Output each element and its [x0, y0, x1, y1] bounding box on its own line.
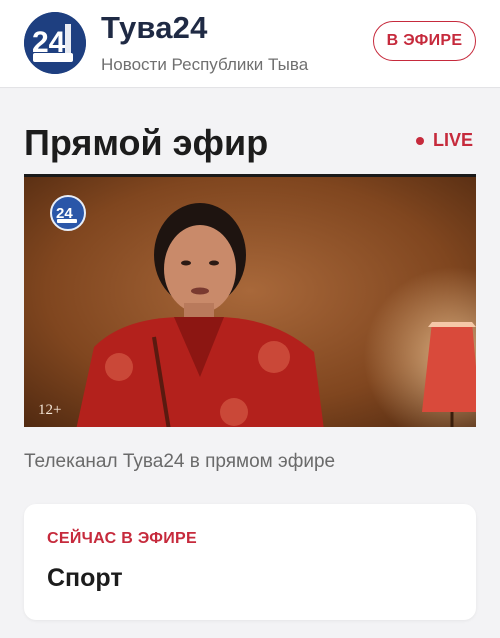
live-dot-icon — [416, 136, 424, 145]
age-rating: 12+ — [38, 402, 62, 418]
tuva24-channel-logo-icon: 24 — [50, 195, 86, 231]
app-header: 24 Тува24 Новости Республики Тыва В ЭФИР… — [0, 0, 500, 88]
main-content: Прямой эфир LIVE 24 12+ Телеканал Тува24… — [0, 89, 500, 638]
live-indicator: LIVE — [416, 130, 473, 151]
app-subtitle: Новости Республики Тыва — [101, 55, 309, 74]
now-playing-label: СЕЙЧАС В ЭФИРЕ — [47, 530, 197, 547]
video-frame — [24, 177, 476, 427]
on-air-button[interactable]: В ЭФИРЕ — [373, 21, 476, 61]
video-player[interactable]: 24 12+ — [24, 174, 476, 427]
page-title: Прямой эфир — [24, 122, 269, 163]
now-playing-card: СЕЙЧАС В ЭФИРЕ Спорт — [24, 504, 476, 620]
live-label: LIVE — [433, 130, 474, 150]
app-title: Тува24 — [101, 10, 208, 45]
player-caption: Телеканал Тува24 в прямом эфире — [24, 451, 336, 472]
tuva24-logo-icon[interactable]: 24 — [24, 12, 86, 74]
now-playing-program: Спорт — [47, 564, 123, 592]
